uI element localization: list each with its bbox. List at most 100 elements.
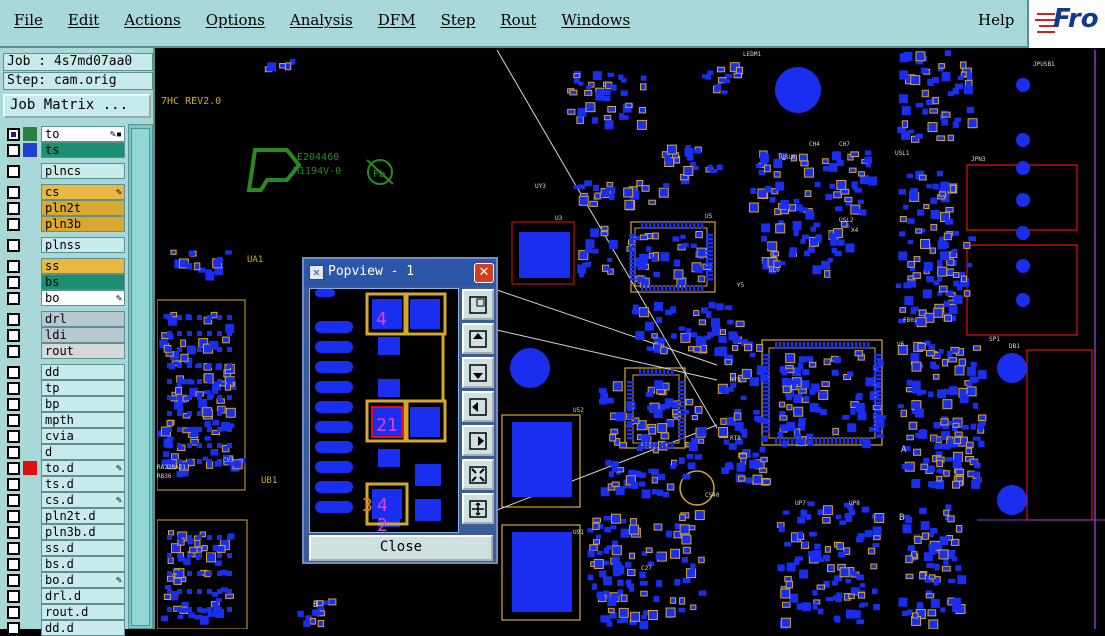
job-matrix-button[interactable]: Job Matrix ...: [3, 94, 151, 118]
layer-name[interactable]: drl: [41, 311, 125, 327]
layer-name[interactable]: bs: [41, 274, 125, 290]
pan-down-button[interactable]: [462, 357, 494, 388]
layer-name[interactable]: pln2t.d: [41, 508, 125, 524]
layer-name[interactable]: dd.d: [41, 620, 125, 636]
layer-row[interactable]: to.d ✎: [3, 460, 125, 476]
pan-up-button[interactable]: [462, 323, 494, 354]
layer-checkbox[interactable]: [7, 313, 20, 326]
layer-name[interactable]: bp: [41, 396, 125, 412]
layer-checkbox[interactable]: [7, 478, 20, 491]
menu-options[interactable]: Options: [206, 11, 265, 29]
layer-name[interactable]: drl.d: [41, 588, 125, 604]
layer-checkbox[interactable]: [7, 494, 20, 507]
layer-checkbox[interactable]: [7, 398, 20, 411]
layer-row[interactable]: tp: [3, 380, 125, 396]
layer-name[interactable]: pln3b: [41, 216, 125, 232]
layer-name[interactable]: cs.d ✎: [41, 492, 125, 508]
layer-name[interactable]: ts.d: [41, 476, 125, 492]
layer-row[interactable]: mpth: [3, 412, 125, 428]
layer-row[interactable]: dd: [3, 364, 125, 380]
pan-left-button[interactable]: [462, 391, 494, 422]
layer-name[interactable]: pln2t: [41, 200, 125, 216]
layer-row[interactable]: cs ✎: [3, 184, 125, 200]
layer-name[interactable]: mpth: [41, 412, 125, 428]
layer-name[interactable]: bo ✎: [41, 290, 125, 306]
layer-name[interactable]: plnss: [41, 237, 125, 253]
menu-edit[interactable]: Edit: [68, 11, 99, 29]
layer-row[interactable]: to ✎▪: [3, 126, 125, 142]
layer-name[interactable]: ss: [41, 258, 125, 274]
layer-checkbox[interactable]: [7, 558, 20, 571]
layer-row[interactable]: rout: [3, 343, 125, 359]
layer-checkbox[interactable]: [7, 590, 20, 603]
layer-name[interactable]: pln3b.d: [41, 524, 125, 540]
popview-close-button[interactable]: Close: [309, 535, 493, 561]
layer-name[interactable]: to ✎▪: [41, 126, 125, 142]
layer-checkbox[interactable]: [7, 526, 20, 539]
layer-checkbox[interactable]: [7, 329, 20, 342]
layer-name[interactable]: ts: [41, 142, 125, 158]
pan-right-button[interactable]: [462, 425, 494, 456]
layer-checkbox[interactable]: [7, 462, 20, 475]
scrollbar-thumb[interactable]: [131, 128, 150, 626]
layer-name[interactable]: plncs: [41, 163, 125, 179]
layer-name[interactable]: to.d ✎: [41, 460, 125, 476]
layer-checkbox[interactable]: [7, 446, 20, 459]
layer-row[interactable]: rout.d: [3, 604, 125, 620]
layer-row[interactable]: cvia: [3, 428, 125, 444]
layer-checkbox[interactable]: [7, 260, 20, 273]
layer-checkbox[interactable]: [7, 128, 20, 141]
layer-checkbox[interactable]: [7, 186, 20, 199]
layer-row[interactable]: plnss: [3, 237, 125, 253]
layer-name[interactable]: dd: [41, 364, 125, 380]
layer-row[interactable]: bs.d: [3, 556, 125, 572]
menu-rout[interactable]: Rout: [500, 11, 536, 29]
layer-row[interactable]: bo.d ✎: [3, 572, 125, 588]
layer-row[interactable]: drl: [3, 311, 125, 327]
layer-row[interactable]: d: [3, 444, 125, 460]
menu-analysis[interactable]: Analysis: [290, 11, 353, 29]
menu-help[interactable]: Help: [978, 11, 1014, 29]
layer-checkbox[interactable]: [7, 366, 20, 379]
layer-checkbox[interactable]: [7, 510, 20, 523]
menu-step[interactable]: Step: [441, 11, 476, 29]
menu-dfm[interactable]: DFM: [378, 11, 416, 29]
popview-title-bar[interactable]: ✕ Popview - 1: [304, 259, 496, 286]
layer-checkbox[interactable]: [7, 218, 20, 231]
layer-row[interactable]: ss: [3, 258, 125, 274]
layer-name[interactable]: ss.d: [41, 540, 125, 556]
layer-row[interactable]: cs.d ✎: [3, 492, 125, 508]
zoom-in-button[interactable]: [462, 459, 494, 490]
layer-checkbox[interactable]: [7, 382, 20, 395]
popview-zoom-view[interactable]: 4 21 3 4 2: [309, 288, 459, 533]
layer-row[interactable]: bo ✎: [3, 290, 125, 306]
layer-checkbox[interactable]: [7, 144, 20, 157]
pcb-graphic-area[interactable]: 7HC REV2.0 UA1 UB1 E204460 M1194V-0 Pb L…: [157, 50, 1105, 629]
layer-checkbox[interactable]: [7, 165, 20, 178]
layer-name[interactable]: rout.d: [41, 604, 125, 620]
menu-windows[interactable]: Windows: [561, 11, 630, 29]
layer-checkbox[interactable]: [7, 430, 20, 443]
layer-name[interactable]: cvia: [41, 428, 125, 444]
layer-checkbox[interactable]: [7, 276, 20, 289]
layer-row[interactable]: pln3b.d: [3, 524, 125, 540]
layer-row[interactable]: bp: [3, 396, 125, 412]
layer-row[interactable]: ts: [3, 142, 125, 158]
zoom-out-button[interactable]: [462, 493, 494, 524]
zoom-window-button[interactable]: [462, 289, 494, 320]
layer-row[interactable]: pln2t: [3, 200, 125, 216]
layer-color-swatch[interactable]: [23, 461, 37, 475]
layer-row[interactable]: plncs: [3, 163, 125, 179]
layer-checkbox[interactable]: [7, 202, 20, 215]
layer-name[interactable]: ldi: [41, 327, 125, 343]
layer-name[interactable]: d: [41, 444, 125, 460]
layer-row[interactable]: bs: [3, 274, 125, 290]
layer-name[interactable]: rout: [41, 343, 125, 359]
layer-checkbox[interactable]: [7, 542, 20, 555]
layer-checkbox[interactable]: [7, 574, 20, 587]
popview-close-icon[interactable]: ✕: [474, 263, 494, 283]
layer-name[interactable]: bs.d: [41, 556, 125, 572]
layer-checkbox[interactable]: [7, 292, 20, 305]
layer-checkbox[interactable]: [7, 239, 20, 252]
menu-actions[interactable]: Actions: [124, 11, 180, 29]
